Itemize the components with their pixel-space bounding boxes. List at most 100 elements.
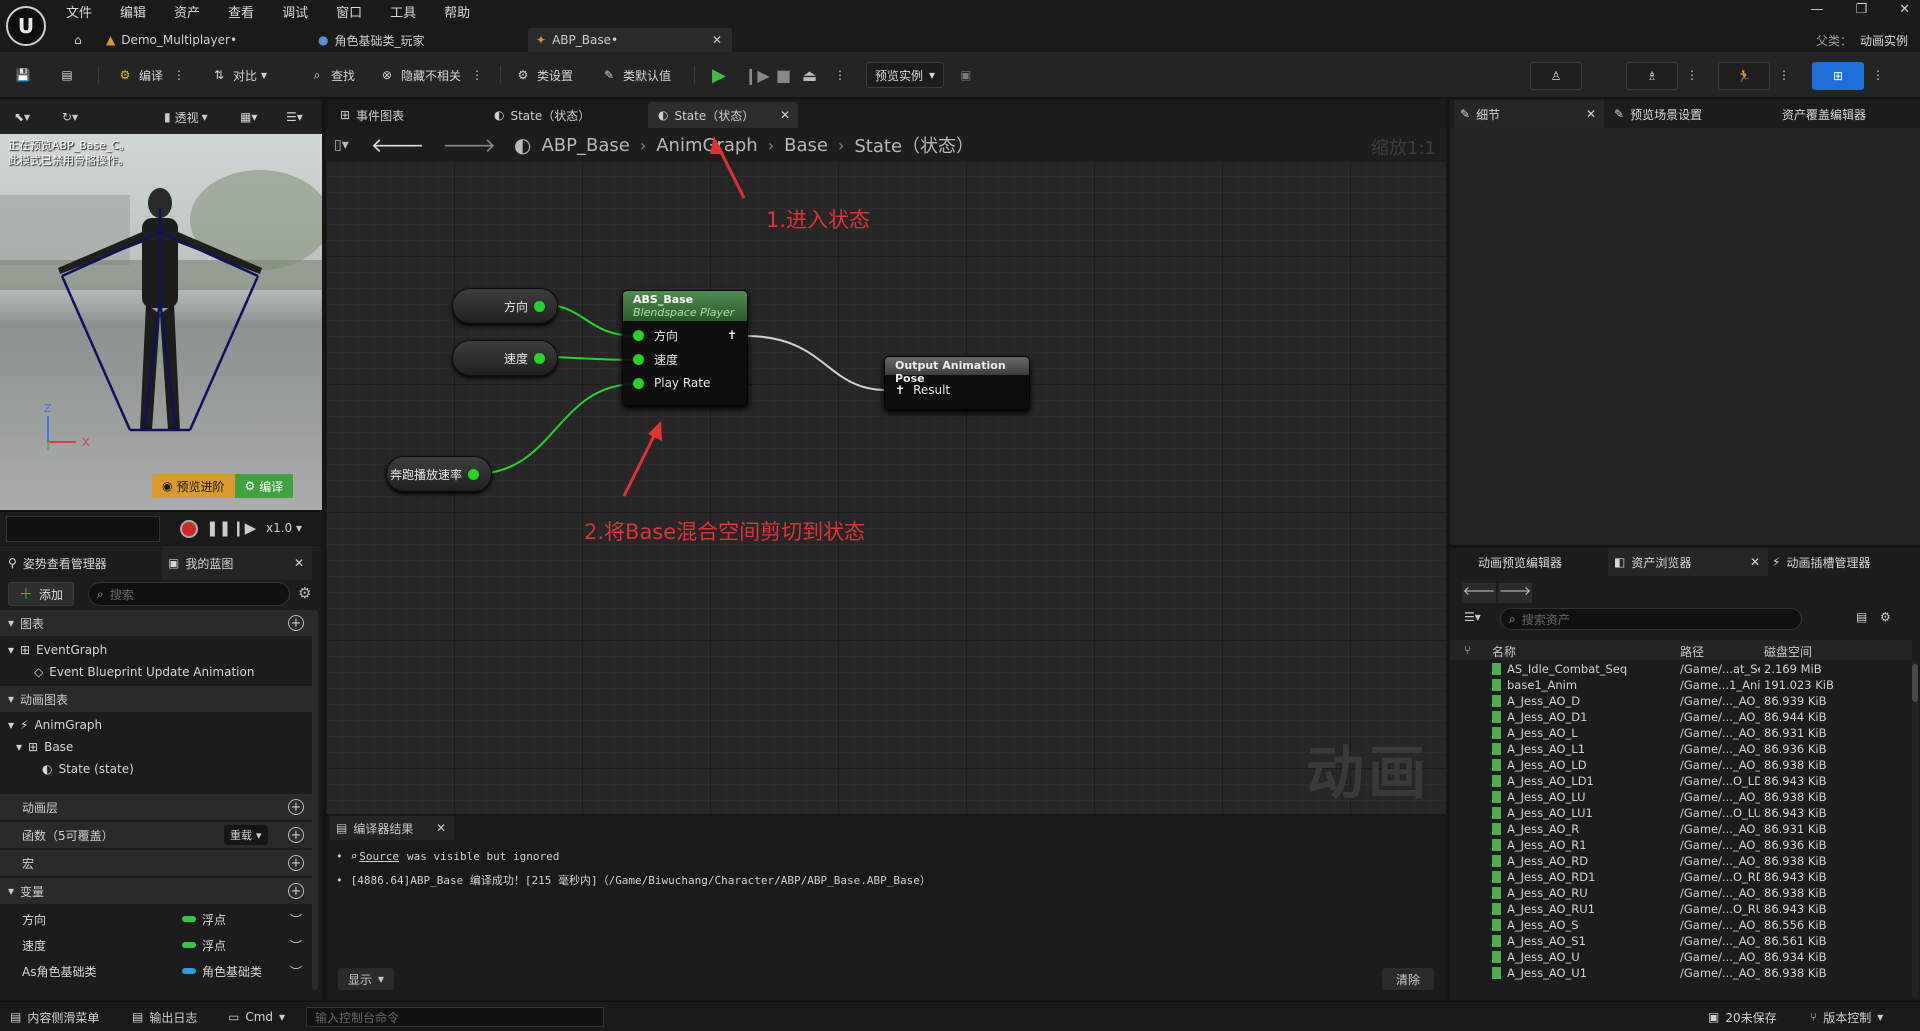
add-function-button[interactable]: + [288, 827, 304, 843]
stop-button[interactable]: ■ [776, 62, 791, 88]
asset-row[interactable]: A_Jess_AO_LU/Game/..._AO_LU 86.938 KiB [1450, 790, 1912, 806]
add-layer-button[interactable]: + [288, 799, 304, 815]
eject-button[interactable]: ⏏ [802, 62, 817, 88]
close-icon[interactable]: ✕ [436, 821, 446, 835]
play-button[interactable]: ▶ [712, 62, 726, 88]
asset-row[interactable]: A_Jess_AO_L1/Game/..._AO_L1 86.936 KiB [1450, 742, 1912, 758]
asset-row[interactable]: A_Jess_AO_RD/Game/..._AO_RD 86.938 KiB [1450, 854, 1912, 870]
filter-dropdown[interactable]: ☰▾ [1464, 610, 1481, 624]
select-mode-button[interactable]: ⬉▾ [14, 106, 30, 128]
section-macros[interactable]: 宏 + [0, 850, 312, 876]
tab-asset-browser[interactable]: ◧ 资产浏览器 ✕ [1608, 548, 1768, 576]
column-size[interactable]: 磁盘空间 [1764, 643, 1812, 660]
debug-filter-button[interactable]: ▣ [960, 62, 971, 88]
class-settings-button[interactable]: ⚙ 类设置 [514, 62, 573, 88]
window-tab-level[interactable]: ▲ Demo_Multiplayer• [106, 28, 237, 52]
asset-row[interactable]: A_Jess_AO_L/Game/..._AO_L 86.931 KiB [1450, 726, 1912, 742]
diff-button[interactable]: ⇅ 对比 ▾ [210, 62, 267, 88]
section-anim-graphs[interactable]: ▾ 动画图表 [0, 686, 312, 712]
add-button[interactable]: ＋ 添加 [8, 582, 75, 606]
section-graphs[interactable]: ▾ 图表 + [0, 610, 312, 636]
tab-preview-scene[interactable]: ✎ 预览场景设置 [1614, 100, 1702, 128]
clear-button[interactable]: 清除 [1382, 968, 1435, 990]
input-pin[interactable] [633, 377, 644, 389]
more-button[interactable]: ⋮ [1686, 62, 1698, 88]
tree-item-state[interactable]: ◐ State (state) [42, 758, 134, 780]
step-forward-button[interactable]: ❙▶ [232, 519, 256, 537]
console-input[interactable]: 输入控制台命令 [306, 1007, 604, 1027]
asset-row[interactable]: A_Jess_AO_RU/Game/..._AO_RU 86.938 KiB [1450, 886, 1912, 902]
eye-icon[interactable]: ︶ [290, 911, 302, 928]
asset-row[interactable]: A_Jess_AO_RD1/Game/...O_RD1 86.943 KiB [1450, 870, 1912, 886]
section-functions[interactable]: 函数（5可覆盖） 重载 ▾ + [0, 822, 312, 848]
compiler-tab[interactable]: ▤ 编译器结果 ✕ [330, 816, 454, 840]
asset-row[interactable]: A_Jess_AO_U1/Game/..._AO_U1 86.938 KiB [1450, 966, 1912, 982]
content-drawer-button[interactable]: ▤ 内容侧滑菜单 [10, 1008, 99, 1026]
scrollbar-thumb[interactable] [1912, 664, 1918, 702]
back-arrow-icon[interactable]: 🡐 [1462, 583, 1496, 603]
get-run-rate-node[interactable]: 奔跑播放速率 [386, 456, 492, 492]
tree-item-event-graph[interactable]: ▾ ⊞ EventGraph [8, 639, 107, 661]
asset-row[interactable]: A_Jess_AO_LD1/Game/...O_LD1 86.943 KiB [1450, 774, 1912, 790]
variable-row[interactable]: As角色基础类 角色基础类 ︶ [0, 958, 312, 984]
log-text[interactable]: [4886.64]ABP_Base 编译成功！[215 毫秒内]（/Game/B… [351, 872, 931, 888]
asset-row[interactable]: base1_Anim/Game...1_Anim 191.023 KiB [1450, 678, 1912, 694]
pose-pin-icon[interactable]: ✝ [895, 383, 905, 397]
step-button[interactable]: ❙▶ [744, 62, 770, 88]
asset-row[interactable]: A_Jess_AO_S1/Game/..._AO_S1 86.561 KiB [1450, 934, 1912, 950]
pause-button[interactable]: ❚❚ [206, 519, 231, 537]
output-pose-node[interactable]: Output Animation Pose ✝ Result [884, 356, 1030, 410]
close-icon[interactable]: ✕ [1750, 555, 1760, 569]
skeleton-mode-button[interactable]: ♙ [1530, 62, 1582, 90]
close-icon[interactable]: ✕ [294, 556, 304, 570]
tab-state-1[interactable]: ◐ State（状态） [484, 102, 600, 128]
variable-row[interactable]: 速度 浮点 ︶ [0, 932, 312, 958]
home-tab[interactable]: ⌂ [74, 28, 82, 52]
output-log-button[interactable]: ▤ 输出日志 [132, 1008, 197, 1026]
timeline-track[interactable] [6, 516, 160, 542]
asset-row[interactable]: A_Jess_AO_S/Game/..._AO_S 86.556 KiB [1450, 918, 1912, 934]
menu-window[interactable]: 窗口 [336, 2, 362, 22]
source-link[interactable]: Source [359, 850, 399, 863]
asset-row[interactable]: A_Jess_AO_R/Game/..._AO_R 86.931 KiB [1450, 822, 1912, 838]
rotate-mode-button[interactable]: ↻▾ [62, 106, 78, 128]
asset-row[interactable]: AS_Idle_Combat_Seq/Game/...at_Seq 2.169 M… [1450, 662, 1912, 678]
folder-icon[interactable]: ▤ [1856, 610, 1867, 624]
tab-state-2[interactable]: ◐ State（状态） ✕ [648, 102, 798, 128]
browse-button[interactable]: ▤ [58, 62, 81, 88]
window-tab-character[interactable]: ● 角色基础类_玩家 [318, 28, 425, 52]
unsaved-button[interactable]: ▣ 20未保存 [1708, 1008, 1777, 1026]
unreal-logo[interactable]: U [6, 6, 46, 46]
compile-mode-button[interactable]: ⚙ 编译 [234, 474, 294, 498]
section-variables[interactable]: ▾ 变量 + [0, 878, 312, 904]
tree-item-base[interactable]: ▾ ⊞ Base [16, 736, 73, 758]
close-icon[interactable]: ✕ [780, 108, 790, 122]
add-variable-button[interactable]: + [288, 883, 304, 899]
tab-my-blueprint[interactable]: ▣ 我的蓝图 ✕ [162, 546, 312, 580]
tab-event-graph[interactable]: ⊞ 事件图表 [330, 102, 414, 128]
preview-instance-dropdown[interactable]: 预览实例 ▾ [866, 62, 945, 88]
tree-item-anim-graph[interactable]: ▾ ⚡ AnimGraph [8, 714, 102, 736]
parent-class-value[interactable]: 动画实例 [1860, 34, 1908, 48]
menu-debug[interactable]: 调试 [282, 2, 308, 22]
tree-item-event-update[interactable]: ◇ Event Blueprint Update Animation [34, 661, 254, 683]
restore-icon[interactable]: ❐ [1855, 2, 1867, 17]
anim-graph-canvas[interactable]: ▯▾ 🡐 🡒 ◐ ABP_Base › AnimGraph › Base › S… [326, 128, 1446, 814]
class-defaults-button[interactable]: ✎ 类默认值 [600, 62, 671, 88]
menu-view[interactable]: 查看 [228, 2, 254, 22]
column-name[interactable]: 名称 [1492, 643, 1516, 660]
tab-details[interactable]: ✎ 细节 ✕ [1454, 100, 1604, 128]
asset-row[interactable]: A_Jess_AO_D/Game/..._AO_D 86.939 KiB [1450, 694, 1912, 710]
menu-asset[interactable]: 资产 [174, 2, 200, 22]
tab-anim-preview-editor[interactable]: 动画预览编辑器 [1478, 548, 1562, 576]
minimize-icon[interactable]: — [1810, 2, 1823, 17]
column-path[interactable]: 路径 [1680, 643, 1704, 660]
hide-unrelated-button[interactable]: ⊗ 隐藏不相关 ⋮ [378, 62, 483, 88]
preview-advanced-button[interactable]: ◉ 预览进阶 [152, 474, 235, 498]
asset-row[interactable]: A_Jess_AO_U/Game/..._AO_U 86.934 KiB [1450, 950, 1912, 966]
more-icon[interactable]: ⋮ [471, 68, 483, 82]
blueprint-search-input[interactable]: ⌕ 搜索 [88, 582, 290, 606]
asset-row[interactable]: A_Jess_AO_LU1/Game/...O_LU1 86.943 KiB [1450, 806, 1912, 822]
get-speed-node[interactable]: 速度 [452, 340, 558, 376]
variable-row[interactable]: 方向 浮点 ︶ [0, 906, 312, 932]
